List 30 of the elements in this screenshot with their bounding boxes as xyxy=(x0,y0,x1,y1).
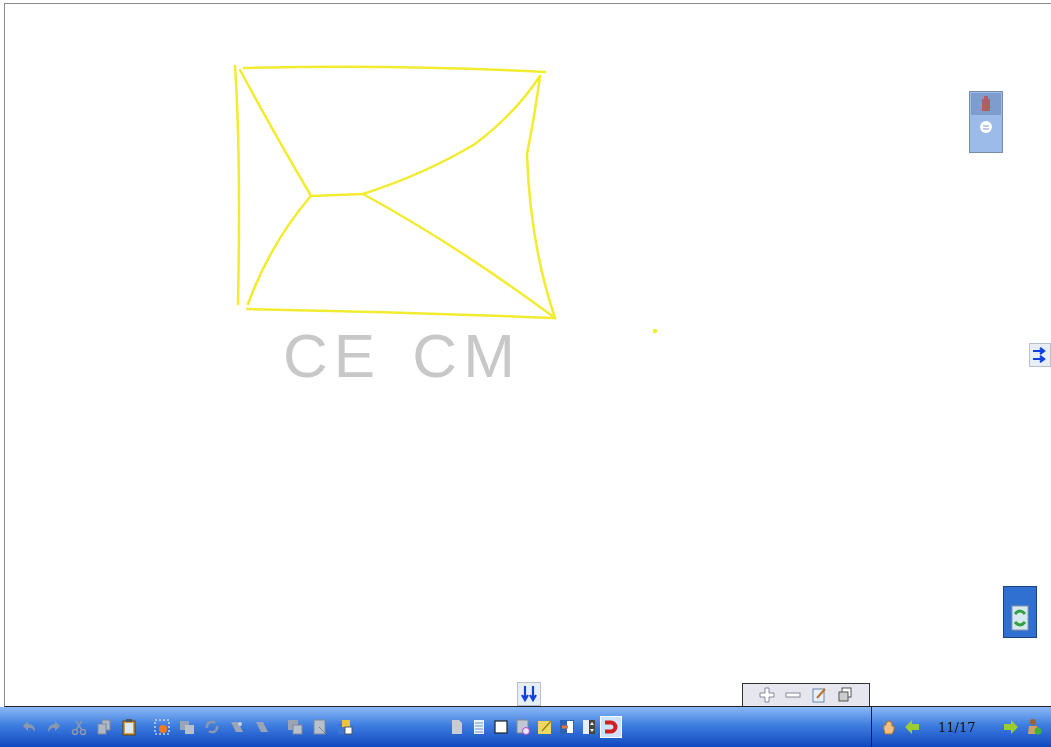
bring-front-icon[interactable] xyxy=(286,718,304,736)
group-icon[interactable] xyxy=(336,718,354,736)
scissors-icon[interactable] xyxy=(70,718,88,736)
back-arrow-icon[interactable] xyxy=(903,718,921,736)
person-icon[interactable] xyxy=(1025,718,1044,736)
double-arrow-icon xyxy=(520,685,538,703)
send-back-icon[interactable] xyxy=(311,718,329,736)
spinner-icon xyxy=(580,718,598,736)
magnet-icon xyxy=(602,718,620,736)
side-panel[interactable] xyxy=(969,91,1003,153)
edit-icon[interactable] xyxy=(810,686,828,704)
copy-icon[interactable] xyxy=(95,718,113,736)
copy-icon[interactable] xyxy=(836,686,854,704)
plus-icon[interactable] xyxy=(758,686,776,704)
forward-arrow-icon[interactable] xyxy=(1002,718,1021,736)
plain-icon xyxy=(492,718,510,736)
double-arrow-icon xyxy=(1032,346,1048,364)
page-tool-button[interactable] xyxy=(600,716,622,738)
collapse-button[interactable] xyxy=(517,682,541,706)
capture-icon xyxy=(514,718,532,736)
page-counter: 11/17 xyxy=(938,719,976,735)
import-icon xyxy=(558,718,576,736)
note-icon xyxy=(536,718,554,736)
expand-button[interactable] xyxy=(1029,343,1051,367)
clipboard-icon[interactable] xyxy=(120,718,138,736)
clone-icon[interactable] xyxy=(178,718,196,736)
recycle-bin[interactable] xyxy=(1003,586,1037,638)
rotate-icon[interactable] xyxy=(203,718,221,736)
selection-icon[interactable] xyxy=(153,718,171,736)
hand-icon[interactable] xyxy=(880,718,898,736)
